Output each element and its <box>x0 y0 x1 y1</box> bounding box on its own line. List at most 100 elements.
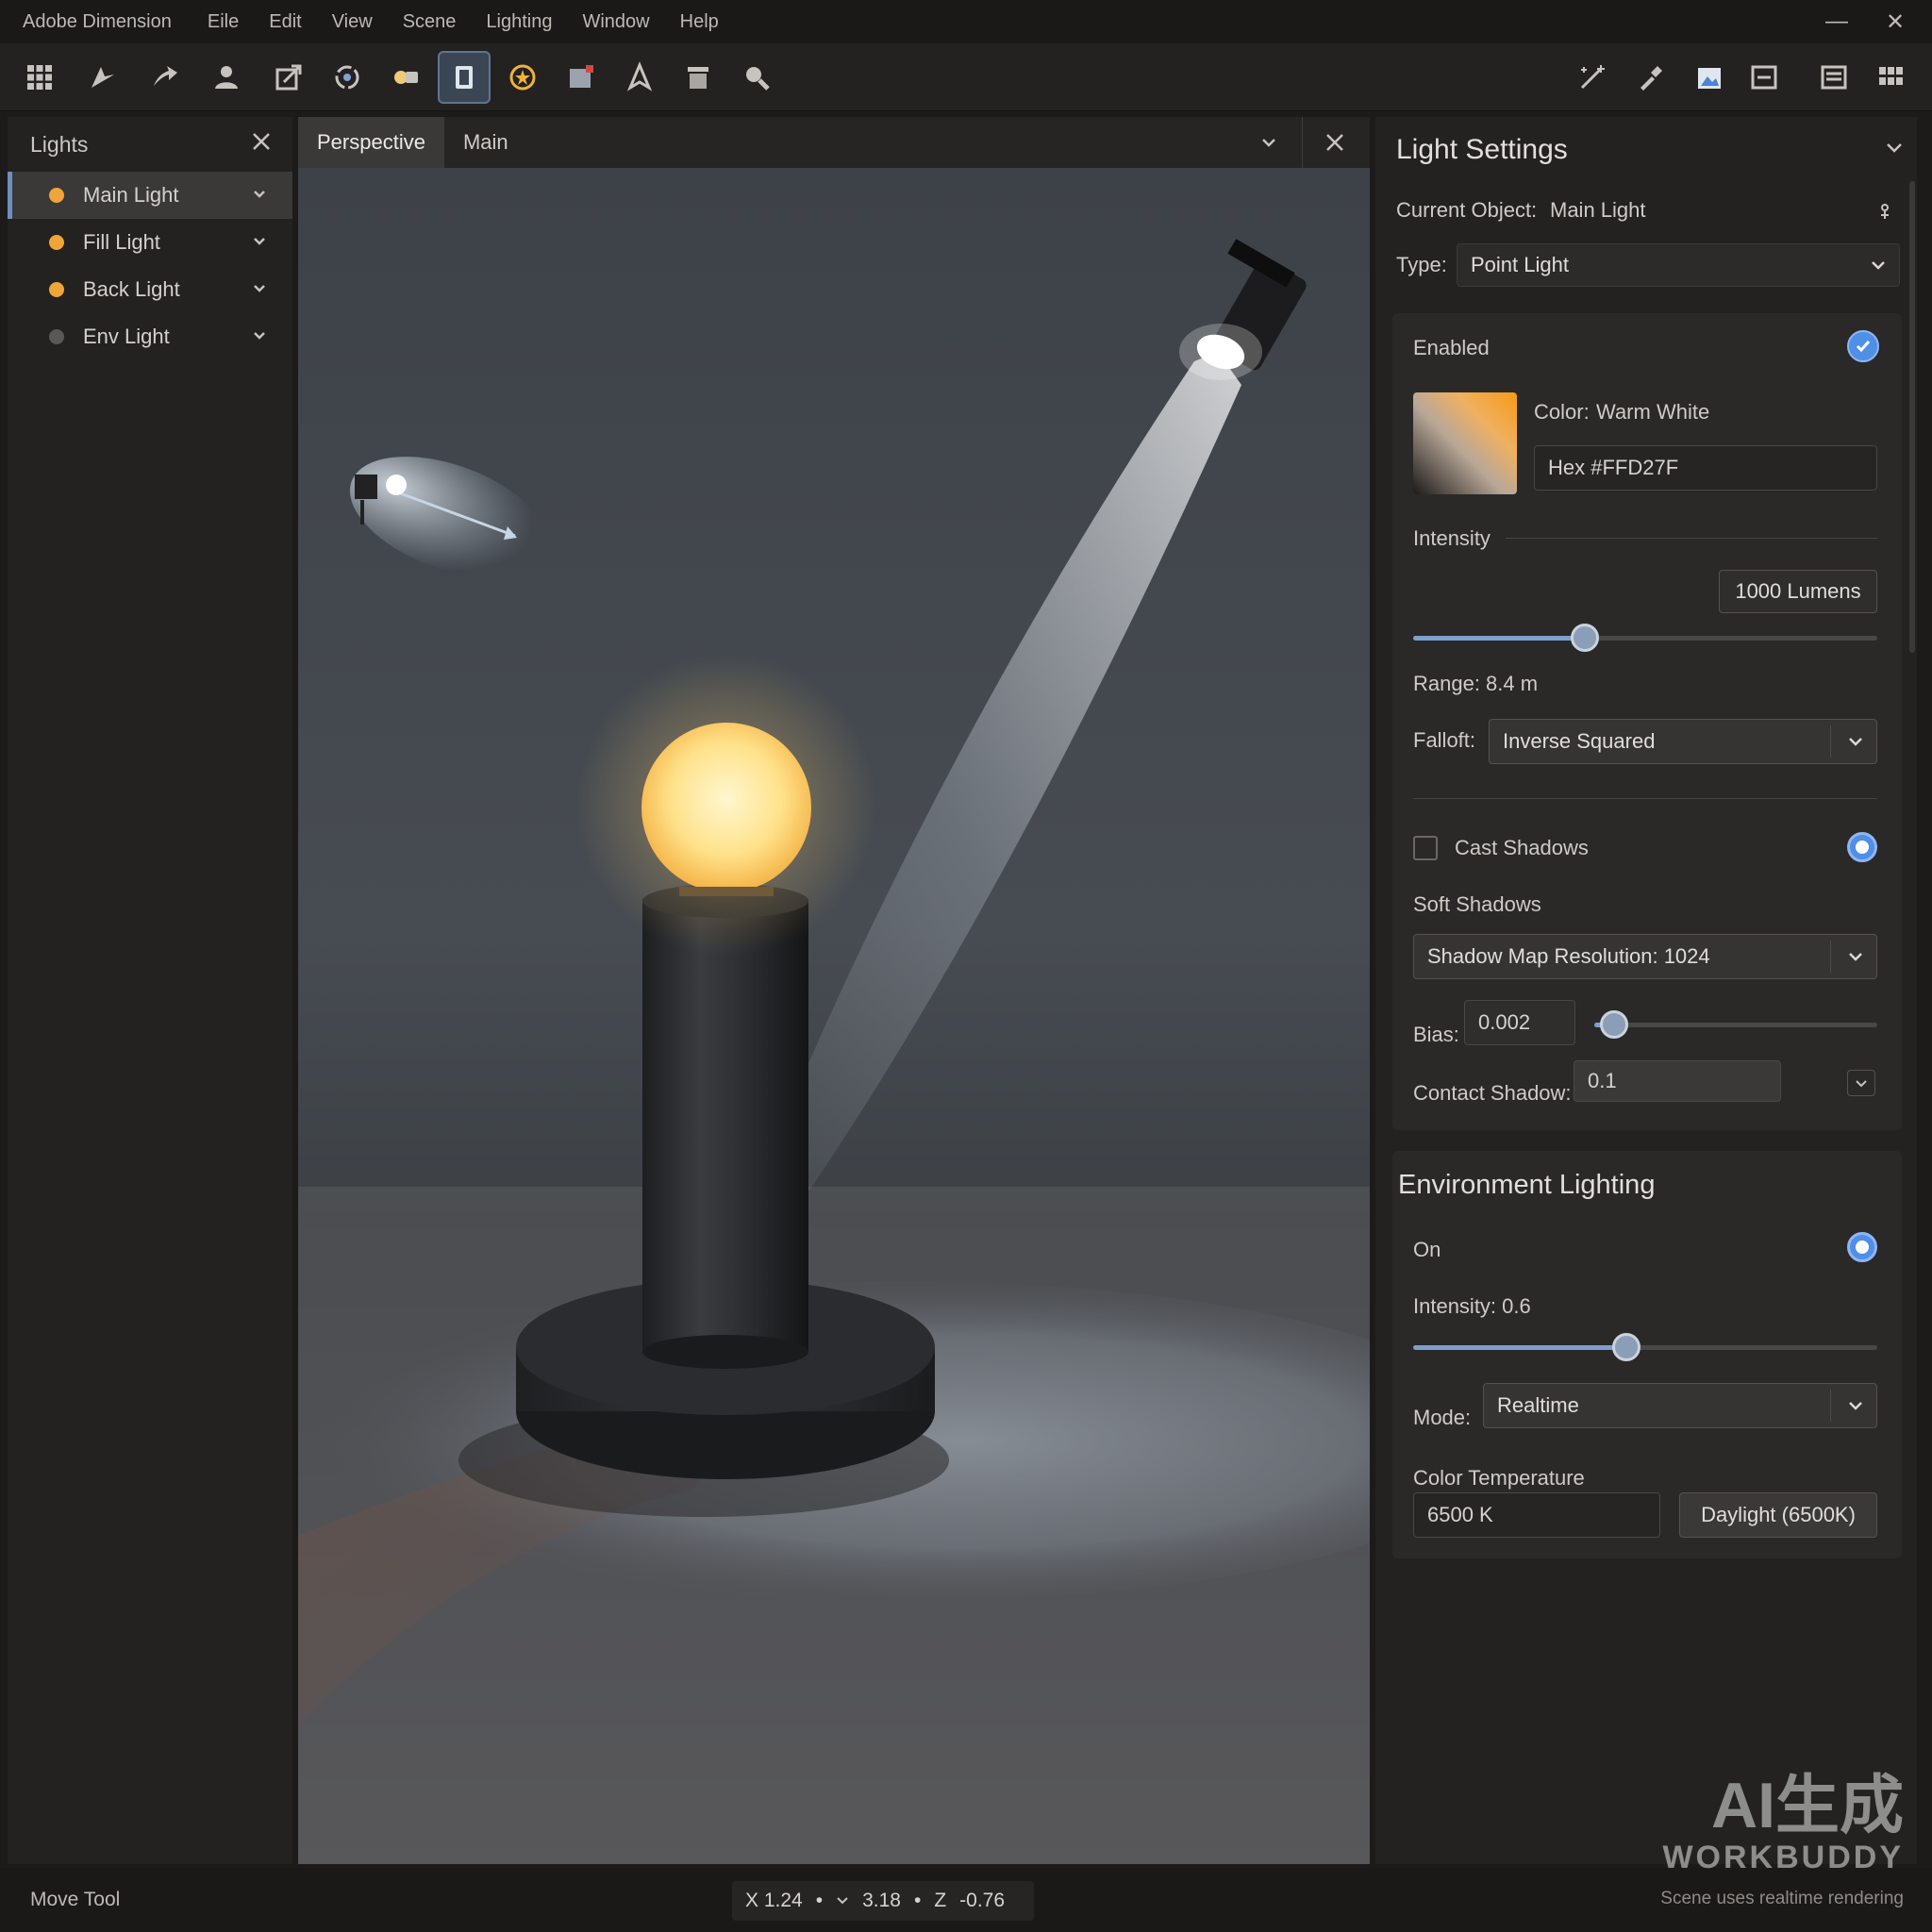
current-tool-label: Move Tool <box>30 1889 121 1910</box>
link-icon[interactable] <box>1877 202 1892 225</box>
frame-tool-icon[interactable] <box>438 51 491 104</box>
intensity-slider-thumb[interactable] <box>1571 624 1600 652</box>
image-light-icon[interactable] <box>555 51 608 104</box>
chevron-down-icon[interactable] <box>251 233 268 250</box>
lights-panel: Lights Main Light Fill Light Back Light … <box>8 117 292 1864</box>
orbit-icon[interactable] <box>321 51 374 104</box>
tab-main[interactable]: Main <box>444 117 527 168</box>
light-item-back[interactable]: Back Light <box>8 266 292 313</box>
divider <box>1830 725 1831 758</box>
scrollbar[interactable] <box>1909 181 1915 653</box>
light-item-fill[interactable]: Fill Light <box>8 219 292 266</box>
menu-edit[interactable]: Edit <box>269 11 301 33</box>
cast-shadows-checkbox[interactable] <box>1413 836 1438 860</box>
menu-scene[interactable]: Scene <box>403 11 457 33</box>
bias-slider[interactable] <box>1594 1010 1877 1039</box>
env-on-label: On <box>1413 1238 1441 1261</box>
cylinder-icon[interactable] <box>672 51 724 104</box>
bias-slider-thumb[interactable] <box>1600 1010 1628 1039</box>
color-temp-input[interactable]: 6500 K <box>1413 1492 1660 1538</box>
coordinates-readout: X 1.24 • 3.18 • Z -0.76 <box>732 1881 1034 1921</box>
watermark: AI生成 WORKBUDDY <box>1662 1774 1904 1874</box>
grid-icon[interactable] <box>1864 51 1917 104</box>
chevron-down-icon[interactable] <box>251 186 268 203</box>
contact-shadow-input[interactable]: 0.1 <box>1574 1060 1781 1102</box>
3d-viewport[interactable] <box>298 168 1370 1864</box>
close-icon[interactable] <box>1324 132 1345 158</box>
tab-perspective[interactable]: Perspective <box>298 117 444 168</box>
divider <box>1413 798 1877 799</box>
close-icon[interactable] <box>251 131 272 158</box>
cast-shadows-toggle[interactable] <box>1847 832 1877 862</box>
chevron-down-icon[interactable] <box>251 280 268 297</box>
chevron-down-icon <box>1849 1402 1862 1410</box>
bias-input[interactable]: 0.002 <box>1464 1000 1575 1045</box>
menu-view[interactable]: View <box>332 11 373 33</box>
intensity-label: Intensity <box>1413 526 1491 550</box>
chevron-down-icon[interactable] <box>251 327 268 344</box>
intensity-value-field[interactable]: 1000 Lumens <box>1719 570 1877 613</box>
chevron-down-icon[interactable] <box>1883 136 1906 163</box>
minus-box-icon[interactable] <box>1738 51 1790 104</box>
shadow-map-dropdown[interactable]: Shadow Map Resolution: 1024 <box>1413 934 1877 979</box>
minimize-button[interactable]: — <box>1815 0 1858 43</box>
env-on-toggle[interactable] <box>1847 1232 1877 1262</box>
x-coordinate: X 1.24 <box>745 1890 803 1911</box>
chevron-down-icon[interactable] <box>836 1894 849 1907</box>
intensity-slider[interactable] <box>1413 624 1877 652</box>
menu-window[interactable]: Window <box>582 11 649 33</box>
z-coordinate: -0.76 <box>959 1890 1006 1911</box>
mode-dropdown[interactable]: Realtime <box>1483 1383 1877 1428</box>
current-object-value: Main Light <box>1550 198 1646 222</box>
eyedropper-icon[interactable] <box>1624 51 1677 104</box>
type-value: Point Light <box>1471 253 1569 276</box>
person-icon[interactable] <box>200 51 253 104</box>
search-icon[interactable] <box>730 51 783 104</box>
hex-input[interactable]: Hex #FFD27F <box>1534 445 1877 491</box>
panel-icon[interactable] <box>1807 51 1860 104</box>
spotlight-icon[interactable] <box>379 51 432 104</box>
light-settings-panel: Light Settings Current Object: Main Ligh… <box>1375 117 1917 1864</box>
enabled-check[interactable] <box>1847 330 1879 362</box>
apps-grid-icon[interactable] <box>13 51 66 104</box>
sun-icon[interactable] <box>496 51 549 104</box>
light-dot-icon <box>49 188 64 203</box>
light-item-label: Env Light <box>83 325 170 348</box>
light-item-main[interactable]: Main Light <box>8 172 292 219</box>
falloff-label: Falloft: <box>1413 728 1476 752</box>
scale-icon[interactable] <box>262 51 315 104</box>
light-item-label: Back Light <box>83 277 180 301</box>
direct-select-arrow-icon[interactable] <box>138 51 191 104</box>
intensity-slider-fill <box>1413 636 1586 641</box>
mode-value: Realtime <box>1497 1393 1579 1417</box>
chevron-down-icon[interactable] <box>1847 1070 1875 1096</box>
type-dropdown[interactable]: Point Light <box>1457 243 1900 287</box>
z-label: Z <box>934 1890 947 1911</box>
pen-icon[interactable] <box>613 51 666 104</box>
contact-shadow-label: Contact Shadow: <box>1413 1081 1572 1105</box>
light-item-env[interactable]: Env Light <box>8 313 292 360</box>
light-dot-icon <box>49 282 64 297</box>
color-value: Warm White <box>1596 400 1710 424</box>
current-object-label: Current Object: <box>1396 198 1538 222</box>
select-arrow-icon[interactable] <box>75 51 128 104</box>
daylight-preset-button[interactable]: Daylight (6500K) <box>1679 1492 1877 1538</box>
divider <box>1302 117 1303 168</box>
menu-file[interactable]: Eile <box>208 11 239 33</box>
close-window-button[interactable]: ✕ <box>1874 0 1917 43</box>
app-title: Adobe Dimension <box>23 10 172 32</box>
color-label: Color: <box>1534 400 1590 424</box>
cast-shadows-label: Cast Shadows <box>1455 836 1589 859</box>
viewport-tab-bar: Perspective Main <box>298 117 1370 168</box>
render-preview-icon[interactable] <box>1683 51 1736 104</box>
env-intensity-slider-fill <box>1413 1345 1627 1350</box>
light-settings-title: Light Settings <box>1396 134 1568 165</box>
menu-lighting[interactable]: Lighting <box>486 11 552 33</box>
menu-help[interactable]: Help <box>680 11 719 33</box>
color-swatch[interactable] <box>1413 392 1517 494</box>
light-item-label: Main Light <box>83 183 179 207</box>
env-intensity-slider[interactable] <box>1413 1333 1877 1361</box>
chevron-down-icon[interactable] <box>1258 132 1279 158</box>
falloff-dropdown[interactable]: Inverse Squared <box>1489 719 1877 764</box>
magic-wand-icon[interactable] <box>1566 51 1619 104</box>
